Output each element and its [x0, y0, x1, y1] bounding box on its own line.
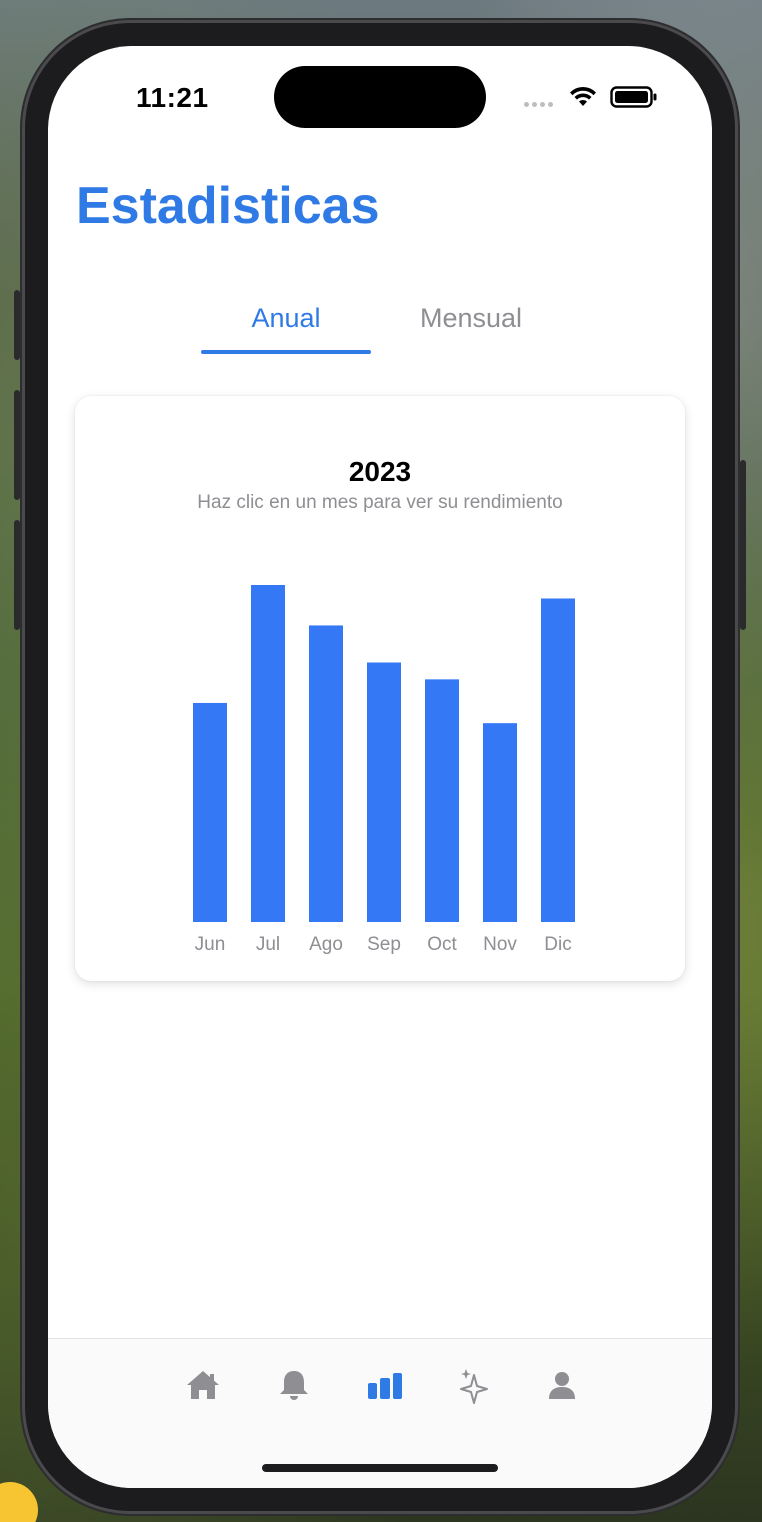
page-title: Estadisticas — [76, 177, 380, 235]
tabbar-home[interactable] — [183, 1365, 223, 1405]
volume-down-button — [14, 390, 20, 500]
home-indicator — [262, 1464, 498, 1472]
tabbar-profile[interactable] — [542, 1365, 582, 1405]
bar-dic[interactable] — [541, 598, 575, 922]
tab-monthly[interactable]: Mensual — [386, 296, 556, 356]
bell-icon — [280, 1371, 308, 1400]
volume-up-button — [14, 290, 20, 360]
house-icon — [187, 1371, 219, 1399]
bar-sep[interactable] — [367, 662, 401, 922]
cellular-signal-icon — [524, 102, 553, 107]
tabbar-ai[interactable] — [456, 1365, 496, 1405]
sparkles-icon — [460, 1369, 488, 1404]
tabbar-statistics[interactable] — [365, 1365, 405, 1405]
x-tick-label: Oct — [427, 934, 457, 955]
period-tabs: Anual Mensual — [48, 296, 712, 356]
x-tick-label: Sep — [367, 934, 401, 955]
active-tab-indicator — [201, 350, 371, 354]
bar-nov[interactable] — [483, 723, 517, 922]
dynamic-island — [274, 66, 486, 128]
app-screen: 11:21 Estadisticas Anual Mensual 2023 Ha… — [48, 46, 712, 1488]
bar-chart: Jun Jul Ago Sep Oct Nov Dic — [193, 585, 575, 955]
x-tick-label: Ago — [309, 934, 343, 955]
person-icon — [549, 1372, 575, 1399]
bar-oct[interactable] — [425, 679, 459, 922]
chart-card: 2023 Haz clic en un mes para ver su rend… — [75, 396, 685, 981]
wifi-icon — [570, 86, 596, 106]
x-tick-label: Jul — [256, 934, 280, 955]
chart-bar-icon — [368, 1373, 402, 1399]
power-button — [740, 460, 746, 630]
x-tick-label: Nov — [483, 934, 517, 955]
bar-ago[interactable] — [309, 625, 343, 922]
x-tick-label: Dic — [544, 934, 571, 955]
bar-jul[interactable] — [251, 585, 285, 922]
x-tick-label: Jun — [195, 934, 226, 955]
battery-icon — [610, 86, 657, 108]
tab-annual[interactable]: Anual — [201, 296, 371, 356]
status-time: 11:21 — [136, 82, 209, 113]
bar-jun[interactable] — [193, 702, 227, 922]
tabbar-notifications[interactable] — [274, 1365, 314, 1405]
action-button — [14, 520, 20, 630]
